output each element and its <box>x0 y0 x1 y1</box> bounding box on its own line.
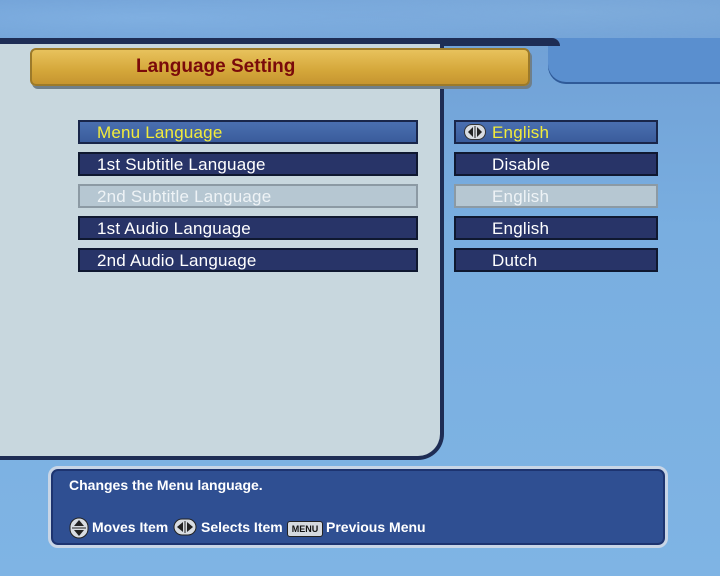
setting-value-1st-audio[interactable]: English <box>454 216 658 240</box>
setting-value: Dutch <box>492 251 538 270</box>
setting-row-1st-subtitle[interactable]: 1st Subtitle Language <box>78 152 418 176</box>
setting-label: Menu Language <box>97 123 223 142</box>
setting-value-1st-subtitle[interactable]: Disable <box>454 152 658 176</box>
setting-value: Disable <box>492 155 551 174</box>
moves-item-hint: Moves Item <box>92 519 169 535</box>
setting-value-menu-language[interactable]: English <box>454 120 658 144</box>
previous-menu-hint: Previous Menu <box>326 519 426 535</box>
setting-label: 1st Subtitle Language <box>97 155 266 174</box>
selects-item-hint: Selects Item <box>201 519 283 535</box>
setting-row-1st-audio[interactable]: 1st Audio Language <box>78 216 418 240</box>
help-message: Changes the Menu language. <box>69 477 263 493</box>
up-down-arrows-icon <box>69 517 89 543</box>
setting-value: English <box>492 187 550 206</box>
help-panel: Changes the Menu language. Moves Item Se… <box>48 466 668 548</box>
setting-value: English <box>492 123 550 142</box>
setting-value: English <box>492 219 550 238</box>
setting-label: 1st Audio Language <box>97 219 251 238</box>
corner-decoration <box>548 38 720 84</box>
title-bar: Language Setting <box>30 48 530 86</box>
left-right-arrows-icon <box>173 517 197 541</box>
setting-value-2nd-audio[interactable]: Dutch <box>454 248 658 272</box>
setting-row-2nd-audio[interactable]: 2nd Audio Language <box>78 248 418 272</box>
left-right-arrows-icon <box>464 124 486 140</box>
setting-row-menu-language[interactable]: Menu Language <box>78 120 418 144</box>
setting-value-2nd-subtitle: English <box>454 184 658 208</box>
menu-key-icon: MENU <box>287 521 323 537</box>
setting-row-2nd-subtitle: 2nd Subtitle Language <box>78 184 418 208</box>
setting-label: 2nd Subtitle Language <box>97 187 272 206</box>
setting-label: 2nd Audio Language <box>97 251 257 270</box>
page-title: Language Setting <box>136 56 296 77</box>
